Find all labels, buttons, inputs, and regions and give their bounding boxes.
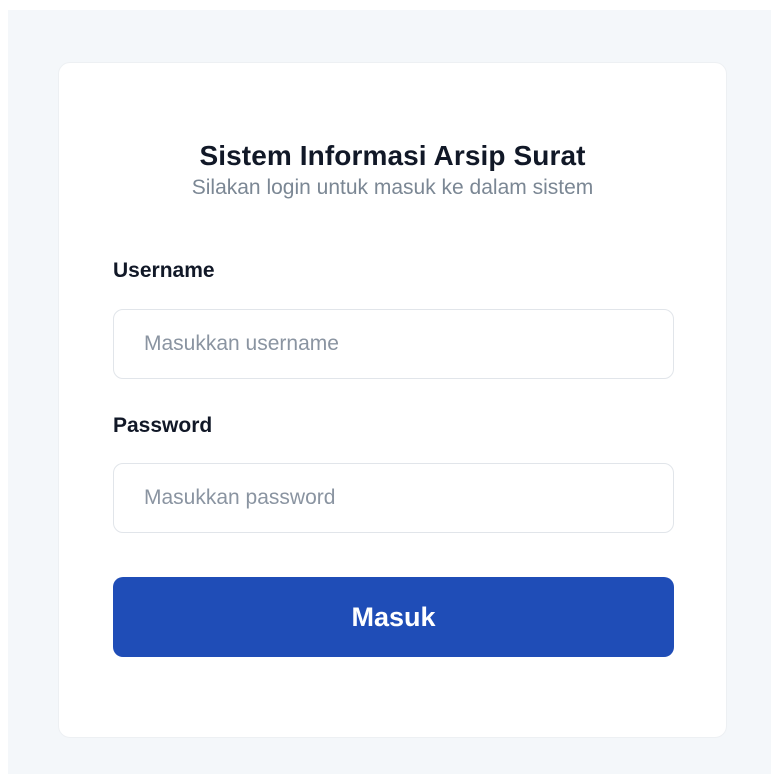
password-label: Password	[113, 414, 213, 437]
submit-button[interactable]: Masuk	[113, 577, 674, 657]
password-input[interactable]	[113, 463, 674, 533]
username-label: Username	[113, 259, 215, 282]
page-title: Sistem Informasi Arsip Surat	[199, 139, 586, 171]
username-input[interactable]	[113, 309, 674, 379]
login-subtitle: Silakan login untuk masuk ke dalam siste…	[191, 176, 594, 199]
login-card: Sistem Informasi Arsip Surat Silakan log…	[58, 62, 727, 738]
